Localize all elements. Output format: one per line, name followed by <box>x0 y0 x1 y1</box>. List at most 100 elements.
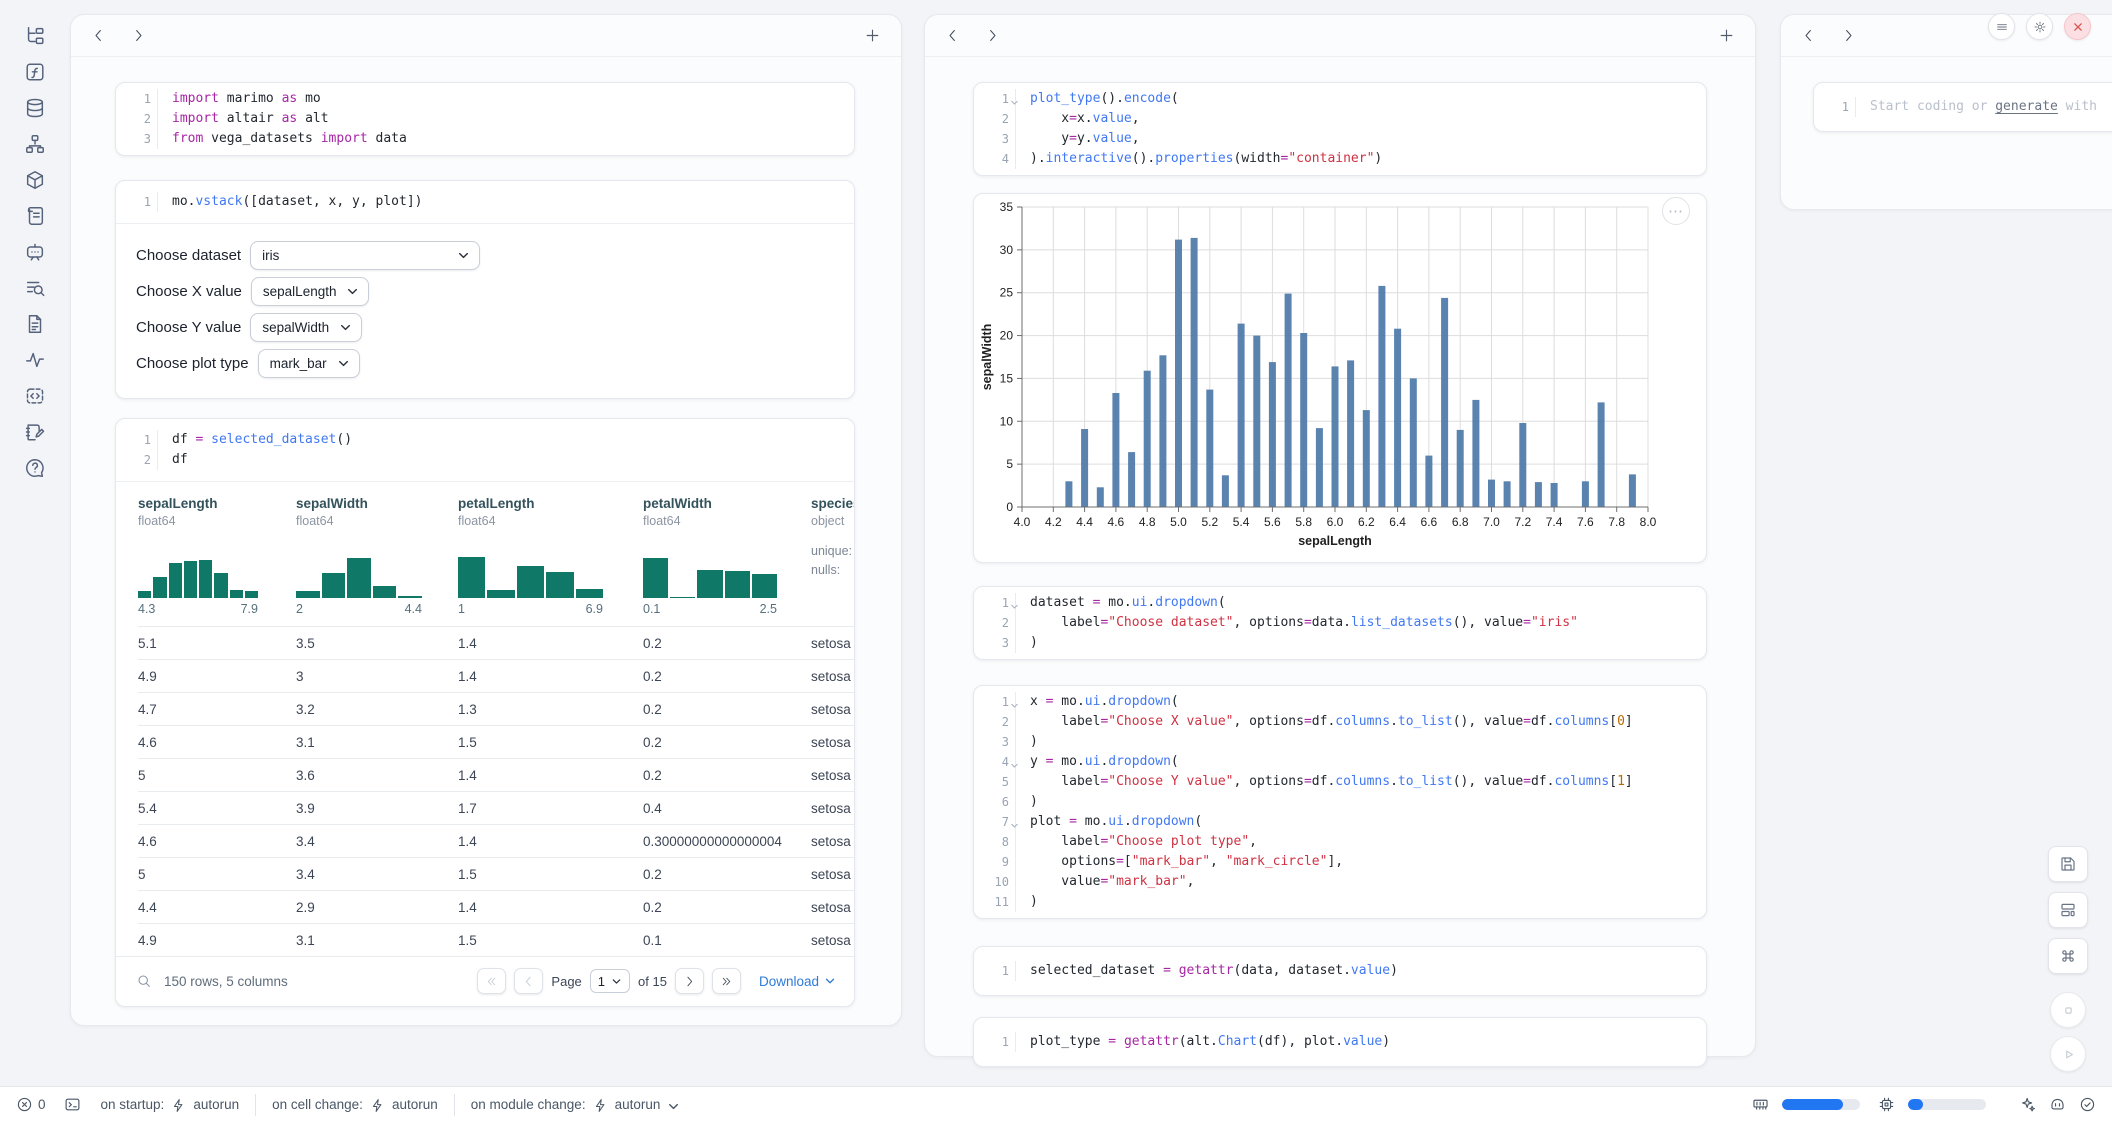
autorun-setting[interactable]: on cell change:autorun <box>272 1097 438 1112</box>
chevron-right-icon[interactable] <box>1841 28 1856 43</box>
code-line[interactable]: 1plot_type().encode( <box>974 89 1706 109</box>
table-row[interactable]: 4.931.40.2setosa <box>138 659 854 692</box>
sparkles-icon[interactable] <box>2019 1096 2036 1113</box>
bar-chart[interactable]: 051015202530354.04.24.44.64.85.05.25.45.… <box>974 194 1706 567</box>
table-row[interactable]: 4.63.41.40.30000000000000004setosa <box>138 824 854 857</box>
close-button[interactable] <box>2064 13 2091 40</box>
last-page-button[interactable] <box>712 968 741 994</box>
terminal-button[interactable] <box>64 1096 81 1113</box>
prev-page-button[interactable] <box>514 968 543 994</box>
table-row[interactable]: 53.61.40.2setosa <box>138 758 854 791</box>
cell-plot[interactable]: 1plot_type().encode(2 x=x.value,3 y=y.va… <box>973 82 1707 176</box>
sidebar-chat-bot-icon[interactable] <box>17 234 53 270</box>
fold-chevron-icon[interactable] <box>1010 597 1019 606</box>
code-line[interactable]: 1selected_dataset = getattr(data, datase… <box>974 961 1706 981</box>
sidebar-list-search-icon[interactable] <box>17 270 53 306</box>
run-button[interactable] <box>2050 1036 2086 1072</box>
download-button[interactable]: Download <box>759 974 836 989</box>
shortcuts-button[interactable] <box>2048 938 2088 974</box>
code-line[interactable]: 2 label="Choose dataset", options=data.l… <box>974 613 1706 633</box>
code-line[interactable]: 11) <box>974 892 1706 912</box>
sidebar-help-icon[interactable] <box>17 450 53 486</box>
code-line[interactable]: 2 label="Choose X value", options=df.col… <box>974 712 1706 732</box>
code-line[interactable]: 2df <box>116 450 854 470</box>
code-line[interactable]: 7plot = mo.ui.dropdown( <box>974 812 1706 832</box>
code-line[interactable]: 4y = mo.ui.dropdown( <box>974 752 1706 772</box>
sidebar-database-icon[interactable] <box>17 90 53 126</box>
menu-button[interactable] <box>1988 13 2015 40</box>
sidebar-file-tree-icon[interactable] <box>17 18 53 54</box>
table-row[interactable]: 4.93.11.50.1setosa <box>138 923 854 956</box>
stop-button[interactable] <box>2050 992 2086 1028</box>
chevron-right-icon[interactable] <box>131 28 146 43</box>
table-row[interactable]: 5.43.91.70.4setosa <box>138 791 854 824</box>
save-button[interactable] <box>2048 846 2088 882</box>
code-line[interactable]: 4).interactive().properties(width="conta… <box>974 149 1706 169</box>
cell-ai-placeholder[interactable]: 1 Start coding or generate with <box>1813 82 2112 132</box>
code-line[interactable]: 3from vega_datasets import data <box>116 129 854 149</box>
code-line[interactable]: 2import altair as alt <box>116 109 854 129</box>
table-row[interactable]: 53.41.50.2setosa <box>138 857 854 890</box>
code-line[interactable]: 1dataset = mo.ui.dropdown( <box>974 593 1706 613</box>
page-select[interactable]: 1 <box>590 969 630 993</box>
sidebar-scratchpad-icon[interactable] <box>17 378 53 414</box>
copilot-icon[interactable] <box>2049 1096 2066 1113</box>
first-page-button[interactable] <box>477 968 506 994</box>
code-line[interactable]: 10 value="mark_bar", <box>974 872 1706 892</box>
sidebar-activity-icon[interactable] <box>17 342 53 378</box>
code-line[interactable]: 1df = selected_dataset() <box>116 430 854 450</box>
cell-dataset-dropdown[interactable]: 1dataset = mo.ui.dropdown(2 label="Choos… <box>973 586 1707 660</box>
code-editor-placeholder[interactable]: Start coding or generate with <box>1856 97 2105 117</box>
cell-dataframe[interactable]: 1df = selected_dataset()2df sepalLengthf… <box>115 418 855 1007</box>
fold-chevron-icon[interactable] <box>1010 756 1019 765</box>
code-line[interactable]: 5 label="Choose Y value", options=df.col… <box>974 772 1706 792</box>
sidebar-scroll-icon[interactable] <box>17 198 53 234</box>
table-column-header[interactable]: petalLengthfloat6416.9 <box>458 496 643 616</box>
chart-options-button[interactable]: ⋯ <box>1662 197 1690 225</box>
sidebar-notebook-pen-icon[interactable] <box>17 414 53 450</box>
table-row[interactable]: 4.73.21.30.2setosa <box>138 692 854 725</box>
code-line[interactable]: 1import marimo as mo <box>116 89 854 109</box>
next-page-button[interactable] <box>675 968 704 994</box>
error-counter[interactable]: 0 <box>16 1096 46 1113</box>
plus-icon[interactable] <box>864 27 881 44</box>
dropdown-choose-dataset[interactable]: iris <box>250 241 480 270</box>
cell-xy-dropdowns[interactable]: 1x = mo.ui.dropdown(2 label="Choose X va… <box>973 685 1707 919</box>
autorun-setting[interactable]: on startup:autorun <box>101 1097 240 1112</box>
sidebar-dependency-graph-icon[interactable] <box>17 126 53 162</box>
sidebar-package-icon[interactable] <box>17 162 53 198</box>
fold-chevron-icon[interactable] <box>1010 816 1019 825</box>
code-line[interactable]: 1plot_type = getattr(alt.Chart(df), plot… <box>974 1032 1706 1052</box>
generate-link[interactable]: generate <box>1995 99 2058 114</box>
search-icon[interactable] <box>136 973 152 989</box>
table-column-header[interactable]: speciesobjectunique:nulls: <box>811 496 854 616</box>
plus-icon[interactable] <box>1718 27 1735 44</box>
code-line[interactable]: 6) <box>974 792 1706 812</box>
chevron-right-icon[interactable] <box>985 28 1000 43</box>
code-line[interactable]: 1x = mo.ui.dropdown( <box>974 692 1706 712</box>
table-column-header[interactable]: petalWidthfloat640.12.5 <box>643 496 811 616</box>
code-line[interactable]: 9 options=["mark_bar", "mark_circle"], <box>974 852 1706 872</box>
code-line[interactable]: 2 x=x.value, <box>974 109 1706 129</box>
sidebar-document-icon[interactable] <box>17 306 53 342</box>
cell-imports[interactable]: 1import marimo as mo2import altair as al… <box>115 82 855 156</box>
table-column-header[interactable]: sepalLengthfloat644.37.9 <box>138 496 296 616</box>
code-line[interactable]: 3) <box>974 633 1706 653</box>
cell-plot-type[interactable]: 1plot_type = getattr(alt.Chart(df), plot… <box>973 1017 1707 1067</box>
table-row[interactable]: 5.13.51.40.2setosa <box>138 626 854 659</box>
code-line[interactable]: 3 y=y.value, <box>974 129 1706 149</box>
chevron-left-icon[interactable] <box>1801 28 1816 43</box>
fold-chevron-icon[interactable] <box>1010 93 1019 102</box>
sidebar-function-square-icon[interactable] <box>17 54 53 90</box>
code-line[interactable]: 8 label="Choose plot type", <box>974 832 1706 852</box>
table-row[interactable]: 4.63.11.50.2setosa <box>138 725 854 758</box>
layout-button[interactable] <box>2048 892 2088 928</box>
dropdown-choose-x-value[interactable]: sepalLength <box>251 277 370 306</box>
dropdown-choose-plot-type[interactable]: mark_bar <box>258 349 360 378</box>
autorun-setting[interactable]: on module change:autorun <box>471 1097 681 1112</box>
cell-selected-dataset[interactable]: 1selected_dataset = getattr(data, datase… <box>973 946 1707 996</box>
cell-vstack[interactable]: 1mo.vstack([dataset, x, y, plot]) Choose… <box>115 180 855 399</box>
settings-button[interactable] <box>2026 13 2053 40</box>
check-circle-icon[interactable] <box>2079 1096 2096 1113</box>
code-line[interactable]: 3) <box>974 732 1706 752</box>
